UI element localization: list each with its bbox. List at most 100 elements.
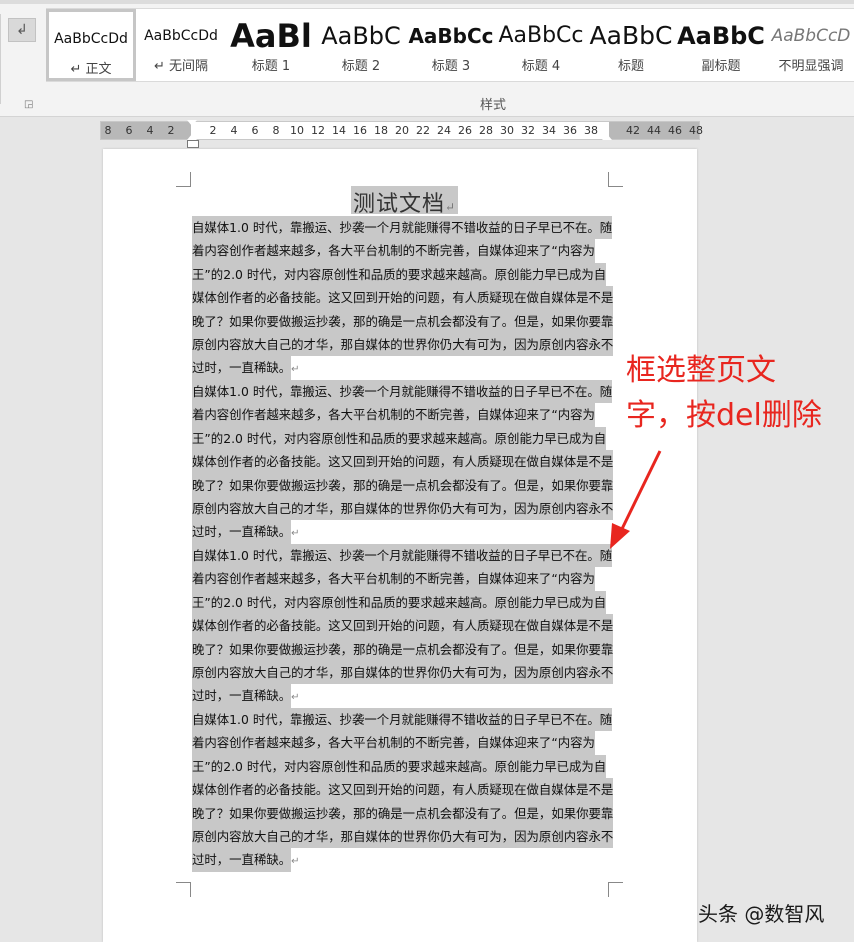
selected-text: 媒体创作者的必备技能。这又回到开始的问题，有人质疑现在做自媒体是不是 <box>192 614 614 638</box>
selected-text: 过时，一直稀缺。 <box>192 684 292 708</box>
text-line: 媒体创作者的必备技能。这又回到开始的问题，有人质疑现在做自媒体是不是 <box>192 286 614 310</box>
selected-text: 着内容创作者越来越多，各大平台机制的不断完善，自媒体迎来了“内容为 <box>192 731 595 755</box>
document-title-text: 测试文档 <box>353 192 446 217</box>
style-item[interactable]: AaBbCc 标题 3 <box>406 9 496 81</box>
style-name: 标题 4 <box>521 59 561 74</box>
text-line: 媒体创作者的必备技能。这又回到开始的问题，有人质疑现在做自媒体是不是 <box>192 450 614 474</box>
style-preview: AaBbCc <box>408 24 494 48</box>
style-name: 标题 3 <box>431 59 471 74</box>
text-line: 原创内容放大自己的才华，那自媒体的世界你仍大有可为，因为原创内容永不 <box>192 824 614 849</box>
selected-text: 过时，一直稀缺。 <box>192 356 292 380</box>
paragraph[interactable]: 自媒体1.0 时代，靠搬运、抄袭一个月就能赚得不错收益的日子早已不在。随 着内容创… <box>192 216 614 380</box>
right-indent-marker[interactable] <box>602 134 612 140</box>
style-item[interactable]: AaBl 标题 1 <box>226 9 316 81</box>
format-painter-icon[interactable]: ↲ <box>8 18 36 42</box>
style-name: 标题 <box>617 59 644 74</box>
selected-text: 王”的2.0 时代，对内容原创性和品质的要求越来越高。原创能力早已成为自 <box>192 754 607 779</box>
style-name: 不明显强调 <box>778 59 844 74</box>
ruler-number: 14 <box>332 124 346 137</box>
style-preview: AaBbCc <box>498 23 584 48</box>
text-line: 原创内容放大自己的才华，那自媒体的世界你仍大有可为，因为原创内容永不 <box>192 496 614 521</box>
ruler-number: 2 <box>209 124 217 137</box>
ruler-number: 8 <box>104 124 112 137</box>
left-indent-marker[interactable] <box>187 140 199 148</box>
ruler-number: 48 <box>689 124 703 137</box>
selected-text: 媒体创作者的必备技能。这又回到开始的问题，有人质疑现在做自媒体是不是 <box>192 286 614 310</box>
style-item[interactable]: AaBbC 标题 <box>586 9 676 81</box>
selected-text: 自媒体1.0 时代，靠搬运、抄袭一个月就能赚得不错收益的日子早已不在。随 <box>192 708 613 732</box>
style-preview: AaBbCcD <box>771 26 851 46</box>
text-line: 过时，一直稀缺。↵ <box>192 520 604 544</box>
text-line: 原创内容放大自己的才华，那自媒体的世界你仍大有可为，因为原创内容永不 <box>192 332 614 357</box>
ruler-number: 16 <box>353 124 367 137</box>
paragraph[interactable]: 自媒体1.0 时代，靠搬运、抄袭一个月就能赚得不错收益的日子早已不在。随 着内容创… <box>192 708 614 872</box>
ruler-number: 42 <box>626 124 640 137</box>
style-name: ↵ 无间隔 <box>153 59 209 74</box>
selected-text: 王”的2.0 时代，对内容原创性和品质的要求越来越高。原创能力早已成为自 <box>192 426 607 451</box>
selected-text: 晚了？如果你要做搬运抄袭，那的确是一点机会都没有了。但是，如果你要靠 <box>192 309 614 333</box>
ruler-number: 20 <box>395 124 409 137</box>
ruler-number: 44 <box>647 124 661 137</box>
selected-text: 原创内容放大自己的才华，那自媒体的世界你仍大有可为，因为原创内容永不 <box>192 496 614 521</box>
watermark: 头条 @数智风 <box>698 902 825 926</box>
paragraph-mark: ↵ <box>445 200 457 214</box>
selected-text: 过时，一直稀缺。 <box>192 520 292 544</box>
styles-group-label: 样式 <box>480 98 507 113</box>
text-line: 晚了？如果你要做搬运抄袭，那的确是一点机会都没有了。但是，如果你要靠 <box>192 473 614 497</box>
text-line: 媒体创作者的必备技能。这又回到开始的问题，有人质疑现在做自媒体是不是 <box>192 614 614 638</box>
selected-text: 自媒体1.0 时代，靠搬运、抄袭一个月就能赚得不错收益的日子早已不在。随 <box>192 544 613 568</box>
annotation-line-2: 字，按del删除 <box>626 398 822 433</box>
selected-text: 晚了？如果你要做搬运抄袭，那的确是一点机会都没有了。但是，如果你要靠 <box>192 473 614 497</box>
text-line: 着内容创作者越来越多，各大平台机制的不断完善，自媒体迎来了“内容为 <box>192 403 604 427</box>
ruler-number: 28 <box>479 124 493 137</box>
style-preview: AaBbC <box>677 22 765 50</box>
style-item[interactable]: AaBbCcD 不明显强调 <box>766 9 854 81</box>
paragraph[interactable]: 自媒体1.0 时代，靠搬运、抄袭一个月就能赚得不错收益的日子早已不在。随 着内容创… <box>192 544 614 708</box>
ruler-number: 26 <box>458 124 472 137</box>
margin-corner-bottom-left <box>176 882 191 897</box>
ruler-number: 18 <box>374 124 388 137</box>
text-line: 过时，一直稀缺。↵ <box>192 848 604 872</box>
paragraph-mark: ↵ <box>291 364 300 376</box>
text-line: 原创内容放大自己的才华，那自媒体的世界你仍大有可为，因为原创内容永不 <box>192 660 614 685</box>
document-title[interactable]: 测试文档↵ <box>351 186 459 217</box>
ribbon: ↲ AaBbCcDd ↵ 正文 AaBbCcDd ↵ 无间隔 AaBl 标题 1 AaBbC… <box>0 0 854 117</box>
ruler-number: 32 <box>521 124 535 137</box>
ruler-number: 22 <box>416 124 430 137</box>
style-item[interactable]: AaBbCcDd ↵ 正文 <box>46 9 136 81</box>
style-item[interactable]: AaBbC 标题 2 <box>316 9 406 81</box>
style-item[interactable]: AaBbC 副标题 <box>676 9 766 81</box>
ruler-number: 2 <box>167 124 175 137</box>
ruler-number: 34 <box>542 124 556 137</box>
selected-text: 自媒体1.0 时代，靠搬运、抄袭一个月就能赚得不错收益的日子早已不在。随 <box>192 216 613 240</box>
first-line-indent-marker[interactable] <box>187 120 197 126</box>
style-name: 标题 1 <box>251 59 291 74</box>
ruler-number: 4 <box>146 124 154 137</box>
selected-text: 王”的2.0 时代，对内容原创性和品质的要求越来越高。原创能力早已成为自 <box>192 262 607 287</box>
styles-gallery: AaBbCcDd ↵ 正文 AaBbCcDd ↵ 无间隔 AaBl 标题 1 AaBbC 标题… <box>46 8 854 82</box>
text-line: 晚了？如果你要做搬运抄袭，那的确是一点机会都没有了。但是，如果你要靠 <box>192 637 614 661</box>
ruler-number: 4 <box>230 124 238 137</box>
selected-text: 着内容创作者越来越多，各大平台机制的不断完善，自媒体迎来了“内容为 <box>192 567 595 591</box>
horizontal-ruler[interactable]: 8 6 4 2 2 4 6 8 10 12 14 16 18 20 22 24 26 28 30 32 34 36 38 42… <box>100 120 703 148</box>
style-preview: AaBl <box>230 19 312 53</box>
text-line: 王”的2.0 时代，对内容原创性和品质的要求越来越高。原创能力早已成为自 <box>192 426 607 451</box>
paragraph[interactable]: 自媒体1.0 时代，靠搬运、抄袭一个月就能赚得不错收益的日子早已不在。随 着内容创… <box>192 380 614 544</box>
ruler-number: 6 <box>125 124 133 137</box>
ruler-number: 6 <box>251 124 259 137</box>
text-line: 晚了？如果你要做搬运抄袭，那的确是一点机会都没有了。但是，如果你要靠 <box>192 309 614 333</box>
style-preview: AaBbCcDd <box>144 28 218 44</box>
dialog-launcher-icon[interactable]: ◲ <box>24 99 33 110</box>
style-item[interactable]: AaBbCcDd ↵ 无间隔 <box>136 9 226 81</box>
selected-text: 媒体创作者的必备技能。这又回到开始的问题，有人质疑现在做自媒体是不是 <box>192 450 614 474</box>
ruler-number: 30 <box>500 124 514 137</box>
text-line: 着内容创作者越来越多，各大平台机制的不断完善，自媒体迎来了“内容为 <box>192 731 604 755</box>
selected-text: 媒体创作者的必备技能。这又回到开始的问题，有人质疑现在做自媒体是不是 <box>192 778 614 802</box>
style-item[interactable]: AaBbCc 标题 4 <box>496 9 586 81</box>
annotation-callout: 框选整页文 字，按del删除 <box>626 348 852 438</box>
ribbon-divider <box>0 14 1 104</box>
text-line: 自媒体1.0 时代，靠搬运、抄袭一个月就能赚得不错收益的日子早已不在。随 <box>192 380 613 404</box>
style-name: 标题 2 <box>341 59 381 74</box>
style-preview: AaBbC <box>589 21 673 50</box>
margin-corner-top-left <box>176 172 191 187</box>
